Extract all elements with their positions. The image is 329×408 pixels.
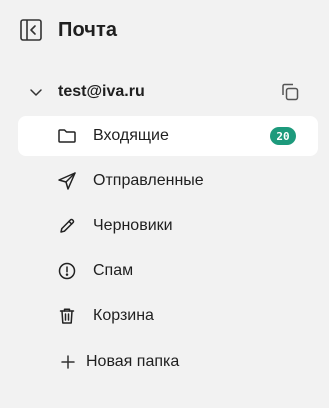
chevron-down-icon[interactable] (28, 84, 44, 100)
account-row[interactable]: test@iva.ru (28, 79, 300, 105)
folder-label: Отправленные (93, 172, 204, 189)
copy-icon (280, 82, 300, 102)
new-folder-button[interactable]: Новая папка (61, 352, 179, 372)
folder-inbox[interactable]: Входящие 20 (18, 116, 318, 156)
new-folder-label: Новая папка (86, 353, 180, 370)
pencil-icon (57, 216, 77, 236)
unread-count-badge: 20 (270, 127, 296, 145)
folder-spam[interactable]: Спам (18, 251, 318, 291)
sidebar-collapse-button[interactable] (20, 19, 42, 41)
sidebar-header: Почта (20, 16, 117, 44)
trash-icon (57, 306, 77, 326)
folder-drafts[interactable]: Черновики (18, 206, 318, 246)
folder-sent[interactable]: Отправленные (18, 161, 318, 201)
page-title: Почта (58, 18, 118, 41)
folder-icon (57, 126, 77, 146)
folder-label: Корзина (93, 307, 154, 324)
folder-label: Черновики (93, 217, 173, 234)
copy-button[interactable] (280, 82, 300, 102)
folder-trash[interactable]: Корзина (18, 296, 318, 336)
folder-label: Спам (93, 262, 134, 279)
sidebar-collapse-icon (20, 19, 42, 41)
folder-label: Входящие (93, 127, 169, 144)
folder-list: Входящие 20 Отправленные Черновики Спам … (18, 116, 318, 341)
send-icon (57, 171, 77, 191)
plus-icon (61, 355, 75, 369)
account-email: test@iva.ru (58, 83, 145, 100)
alert-circle-icon (57, 261, 77, 281)
